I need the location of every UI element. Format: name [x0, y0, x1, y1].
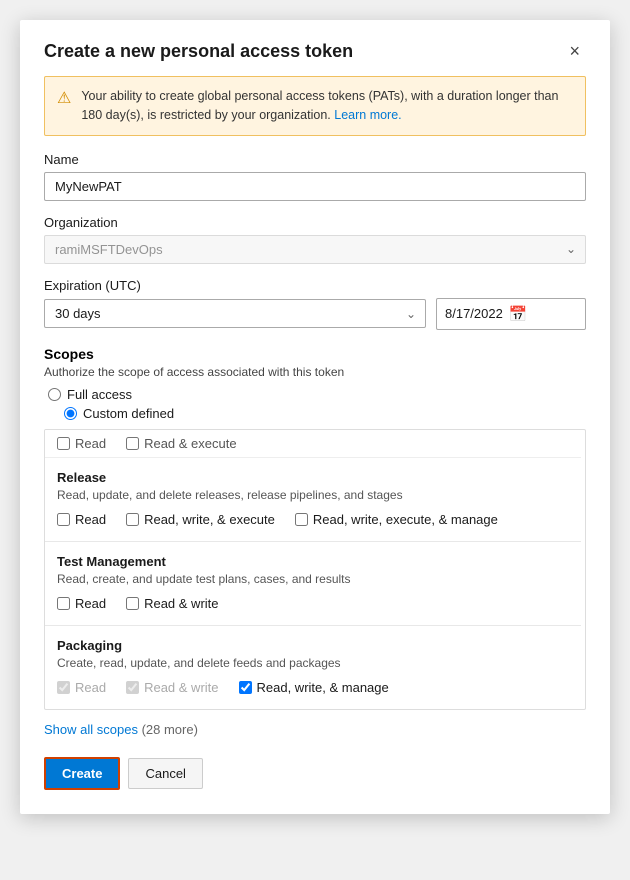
- top-strip: Read Read & execute: [45, 430, 581, 458]
- pkg-rwm-item: Read, write, & manage: [239, 680, 389, 695]
- org-select-wrapper: ramiMSFTDevOps ⌄: [44, 235, 586, 264]
- top-read-item: Read: [57, 436, 106, 451]
- test-mgmt-desc: Read, create, and update test plans, cas…: [57, 572, 569, 586]
- date-input-wrapper: 8/17/2022 📅: [436, 298, 586, 330]
- org-label: Organization: [44, 215, 586, 230]
- release-desc: Read, update, and delete releases, relea…: [57, 488, 569, 502]
- custom-defined-label: Custom defined: [83, 406, 174, 421]
- packaging-title: Packaging: [57, 638, 569, 653]
- tm-read-item: Read: [57, 596, 106, 611]
- footer-buttons: Create Cancel: [44, 757, 586, 790]
- release-rwe-item: Read, write, & execute: [126, 512, 275, 527]
- warning-text: Your ability to create global personal a…: [81, 87, 573, 125]
- top-read-label[interactable]: Read: [75, 436, 106, 451]
- release-rwem-item: Read, write, execute, & manage: [295, 512, 498, 527]
- scopes-title: Scopes: [44, 346, 586, 362]
- create-button[interactable]: Create: [44, 757, 120, 790]
- scopes-section: Scopes Authorize the scope of access ass…: [44, 346, 586, 421]
- top-execute-label[interactable]: Read & execute: [144, 436, 237, 451]
- org-select[interactable]: ramiMSFTDevOps: [44, 235, 586, 264]
- release-read-item: Read: [57, 512, 106, 527]
- expiration-date: 8/17/2022: [445, 306, 503, 321]
- release-rwem-checkbox[interactable]: [295, 513, 308, 526]
- scopes-radio-group: Full access Custom defined: [44, 387, 586, 421]
- full-access-label: Full access: [67, 387, 132, 402]
- tm-rw-label[interactable]: Read & write: [144, 596, 218, 611]
- full-access-radio[interactable]: [48, 388, 61, 401]
- tm-rw-checkbox[interactable]: [126, 597, 139, 610]
- pkg-rw-label: Read & write: [144, 680, 218, 695]
- test-mgmt-checkboxes: Read Read & write: [57, 596, 569, 611]
- scopes-subtitle: Authorize the scope of access associated…: [44, 365, 586, 379]
- scope-group-packaging: Packaging Create, read, update, and dele…: [45, 626, 581, 709]
- pkg-rw-item: Read & write: [126, 680, 218, 695]
- release-read-label[interactable]: Read: [75, 512, 106, 527]
- expiration-label: Expiration (UTC): [44, 278, 586, 293]
- create-pat-dialog: Create a new personal access token × ⚠ Y…: [20, 20, 610, 814]
- packaging-checkboxes: Read Read & write Read, write, & manage: [57, 680, 569, 695]
- expiration-select-wrapper: 30 days 60 days 90 days 180 days Custom …: [44, 299, 426, 328]
- custom-defined-radio[interactable]: [64, 407, 77, 420]
- scope-group-release: Release Read, update, and delete release…: [45, 458, 581, 542]
- pkg-rwm-checkbox[interactable]: [239, 681, 252, 694]
- dialog-title: Create a new personal access token: [44, 41, 353, 62]
- custom-radio-row[interactable]: Custom defined: [44, 406, 586, 421]
- close-button[interactable]: ×: [563, 40, 586, 62]
- pkg-read-item: Read: [57, 680, 106, 695]
- scopes-scroll-area: Read Read & execute Release Read, update…: [44, 429, 586, 710]
- show-all-count: (28 more): [142, 722, 198, 737]
- scopes-list: Read Read & execute Release Read, update…: [45, 430, 585, 709]
- top-execute-item: Read & execute: [126, 436, 237, 451]
- tm-read-checkbox[interactable]: [57, 597, 70, 610]
- release-rwe-label[interactable]: Read, write, & execute: [144, 512, 275, 527]
- release-title: Release: [57, 470, 569, 485]
- pkg-rwm-label[interactable]: Read, write, & manage: [257, 680, 389, 695]
- release-checkboxes: Read Read, write, & execute Read, write,…: [57, 512, 569, 527]
- dialog-header: Create a new personal access token ×: [44, 40, 586, 62]
- release-read-checkbox[interactable]: [57, 513, 70, 526]
- expiration-select[interactable]: 30 days 60 days 90 days 180 days Custom …: [44, 299, 426, 328]
- warning-banner: ⚠ Your ability to create global personal…: [44, 76, 586, 136]
- pkg-read-label: Read: [75, 680, 106, 695]
- cancel-button[interactable]: Cancel: [128, 758, 202, 789]
- warning-icon: ⚠: [57, 88, 71, 108]
- name-label: Name: [44, 152, 586, 167]
- tm-rw-item: Read & write: [126, 596, 218, 611]
- expiration-row: 30 days 60 days 90 days 180 days Custom …: [44, 298, 586, 330]
- packaging-desc: Create, read, update, and delete feeds a…: [57, 656, 569, 670]
- top-read-checkbox[interactable]: [57, 437, 70, 450]
- test-mgmt-title: Test Management: [57, 554, 569, 569]
- calendar-icon[interactable]: 📅: [509, 305, 528, 323]
- pkg-rw-checkbox: [126, 681, 139, 694]
- pkg-read-checkbox: [57, 681, 70, 694]
- release-rwe-checkbox[interactable]: [126, 513, 139, 526]
- name-input[interactable]: [44, 172, 586, 201]
- full-access-radio-row[interactable]: Full access: [44, 387, 586, 402]
- tm-read-label[interactable]: Read: [75, 596, 106, 611]
- learn-more-link[interactable]: Learn more.: [334, 108, 401, 122]
- show-all-scopes-link[interactable]: Show all scopes (28 more): [44, 722, 198, 737]
- top-execute-checkbox[interactable]: [126, 437, 139, 450]
- scope-group-test-mgmt: Test Management Read, create, and update…: [45, 542, 581, 626]
- release-rwem-label[interactable]: Read, write, execute, & manage: [313, 512, 498, 527]
